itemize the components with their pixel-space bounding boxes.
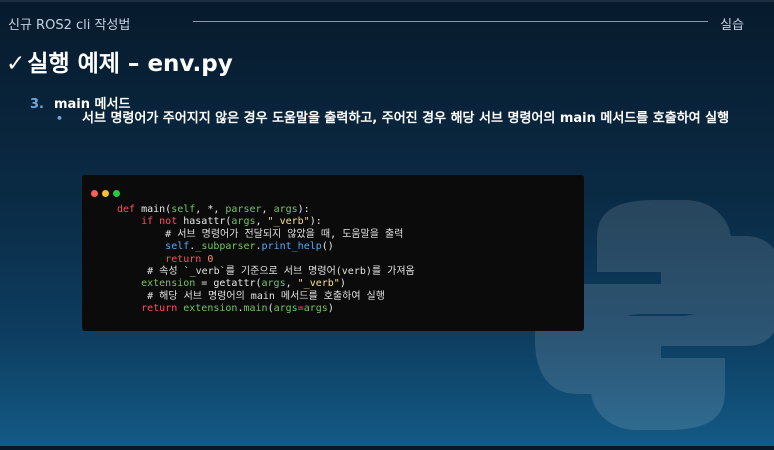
- code-line: if not hasattr(args, "_verb"):: [141, 216, 322, 228]
- slide-title: ✓실행 예제 – env.py: [6, 44, 233, 78]
- header-section-label: 실습: [720, 18, 744, 33]
- check-icon: ✓: [6, 51, 26, 77]
- code-comment: # 해당 서브 명령어의 main 메서드를 호출하여 실행: [117, 290, 385, 302]
- minimize-dot-icon: [102, 190, 109, 197]
- header-title: 신규 ROS2 cli 작성법: [8, 18, 131, 33]
- close-dot-icon: [91, 190, 98, 197]
- code-line: def main(self, *, parser, args):: [117, 204, 310, 215]
- bullet-text: 서브 명령어가 주어지지 않은 경우 도움말을 출력하고, 주어진 경우 해당 …: [82, 111, 730, 126]
- code-window: def main(self, *, parser, args): if not …: [82, 175, 584, 331]
- header-divider: [193, 21, 708, 22]
- code-line: extension = getattr(args, "_verb"): [141, 278, 346, 290]
- code-line: return extension.main(args=args): [141, 303, 334, 315]
- code-line: self._subparser.print_help(): [165, 241, 334, 253]
- slide-title-text: 실행 예제 – env.py: [27, 51, 233, 77]
- code-comment: # 속성 `_verb`를 기준으로 서브 명령어(verb)를 가져옴: [117, 266, 415, 278]
- section-number: 3.: [30, 97, 44, 112]
- maximize-dot-icon: [113, 190, 120, 197]
- code-line: return 0: [165, 253, 214, 265]
- bullet-icon: •: [56, 112, 64, 125]
- code-comment: # 서브 명령어가 전달되지 않았을 때, 도움말을 출력: [117, 228, 404, 240]
- slide-header: 신규 ROS2 cli 작성법 실습: [0, 8, 774, 34]
- window-controls: [91, 182, 124, 201]
- code-block: def main(self, *, parser, args): if not …: [117, 204, 415, 316]
- top-rule: [0, 0, 774, 2]
